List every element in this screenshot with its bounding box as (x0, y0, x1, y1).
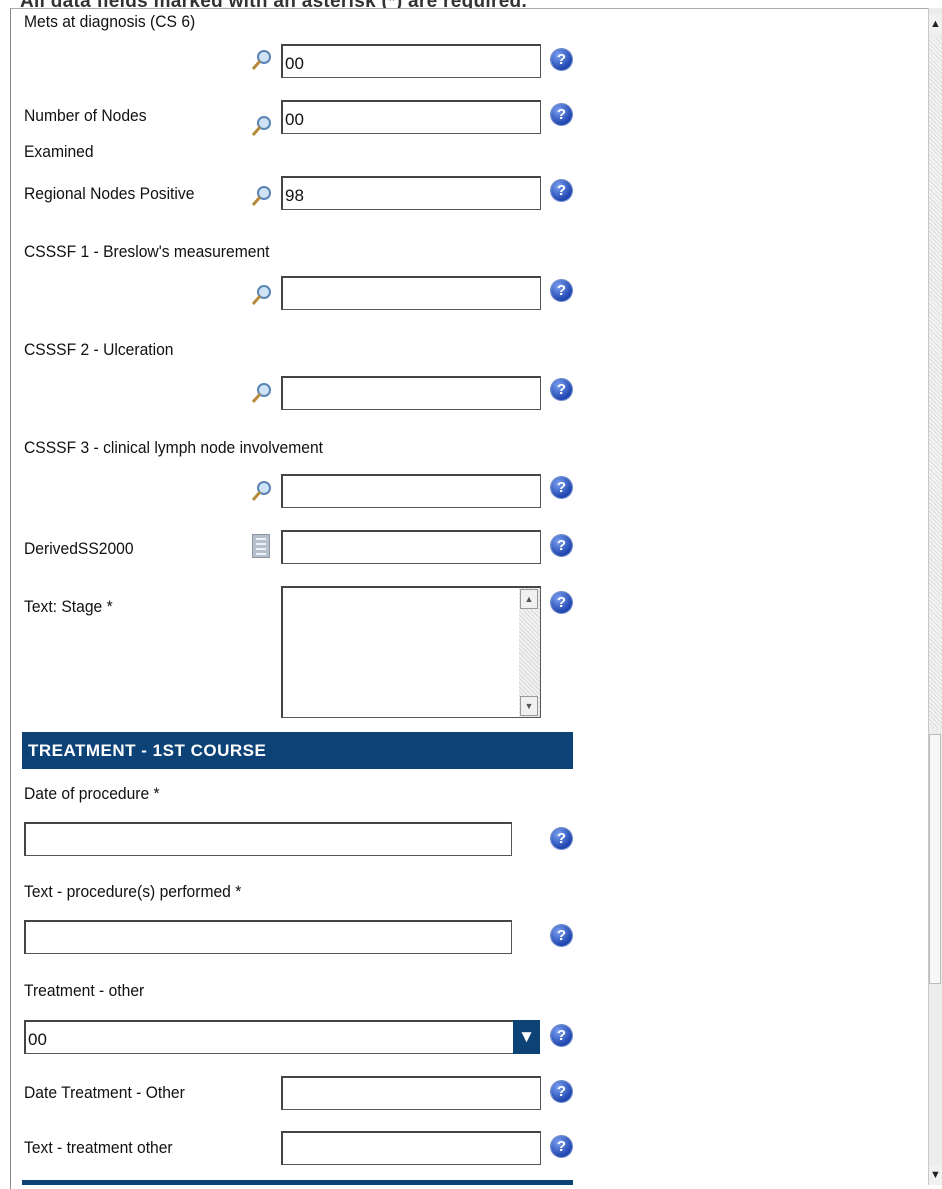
date-procedure-label: Date of procedure * (24, 784, 160, 803)
date-treatment-other-input[interactable] (281, 1076, 541, 1110)
help-icon[interactable]: ? (551, 1081, 572, 1102)
help-icon[interactable]: ? (551, 592, 572, 613)
help-icon[interactable]: ? (551, 925, 572, 946)
magnifier-icon[interactable] (250, 381, 274, 405)
mets-label: Mets at diagnosis (CS 6) (24, 12, 196, 31)
text-stage-label: Text: Stage * (24, 597, 113, 616)
page-scrollbar[interactable]: ▲ ▼ (928, 8, 942, 1185)
text-procedure-input[interactable] (24, 920, 512, 954)
scroll-down-icon[interactable]: ▼ (929, 1165, 942, 1185)
magnifier-icon[interactable] (250, 479, 274, 503)
derived-label: DerivedSS2000 (24, 539, 134, 558)
date-treatment-other-label: Date Treatment - Other (24, 1083, 185, 1102)
text-procedure-label: Text - procedure(s) performed * (24, 882, 242, 901)
nodes-examined-label-line2: Examined (24, 142, 94, 161)
derived-input[interactable] (281, 530, 541, 564)
help-icon[interactable]: ? (551, 280, 572, 301)
scroll-up-icon[interactable]: ▲ (929, 14, 942, 34)
textarea-scrollbar[interactable]: ▲ ▼ (519, 588, 540, 717)
treatment-other-label: Treatment - other (24, 981, 145, 1000)
text-treatment-other-input[interactable] (281, 1131, 541, 1165)
section-divider (22, 1180, 573, 1185)
scroll-down-icon[interactable]: ▼ (520, 696, 538, 716)
help-icon[interactable]: ? (551, 1136, 572, 1157)
help-icon[interactable]: ? (551, 180, 572, 201)
scrollbar-track[interactable] (929, 38, 942, 728)
magnifier-icon[interactable] (250, 184, 274, 208)
help-icon[interactable]: ? (551, 1025, 572, 1046)
help-icon[interactable]: ? (551, 828, 572, 849)
csssf3-label: CSSSF 3 - clinical lymph node involvemen… (24, 438, 324, 457)
magnifier-icon[interactable] (250, 283, 274, 307)
help-icon[interactable]: ? (551, 104, 572, 125)
help-icon[interactable]: ? (551, 49, 572, 70)
date-procedure-input[interactable] (24, 822, 512, 856)
dropdown-arrow-icon[interactable]: ▼ (513, 1020, 540, 1054)
magnifier-icon[interactable] (250, 114, 274, 138)
text-stage-textarea[interactable]: ▲ ▼ (281, 586, 541, 718)
magnifier-icon[interactable] (250, 48, 274, 72)
csssf1-label: CSSSF 1 - Breslow's measurement (24, 242, 270, 261)
help-icon[interactable]: ? (551, 379, 572, 400)
csssf2-input[interactable] (281, 376, 541, 410)
scroll-up-icon[interactable]: ▲ (520, 589, 538, 609)
csssf2-label: CSSSF 2 - Ulceration (24, 340, 174, 359)
scrollbar-thumb[interactable] (929, 734, 941, 984)
csssf1-input[interactable] (281, 276, 541, 310)
help-icon[interactable]: ? (551, 477, 572, 498)
calculator-icon[interactable] (252, 534, 270, 558)
nodes-positive-label: Regional Nodes Positive (24, 184, 195, 203)
treatment-other-select[interactable]: 00 (24, 1020, 514, 1054)
csssf3-input[interactable] (281, 474, 541, 508)
mets-input[interactable]: 00 (281, 44, 541, 78)
help-icon[interactable]: ? (551, 535, 572, 556)
nodes-positive-input[interactable]: 98 (281, 176, 541, 210)
nodes-examined-label-line1: Number of Nodes (24, 106, 147, 125)
text-treatment-other-label: Text - treatment other (24, 1138, 173, 1157)
nodes-examined-input[interactable]: 00 (281, 100, 541, 134)
section-header-treatment: TREATMENT - 1ST COURSE (22, 732, 573, 769)
